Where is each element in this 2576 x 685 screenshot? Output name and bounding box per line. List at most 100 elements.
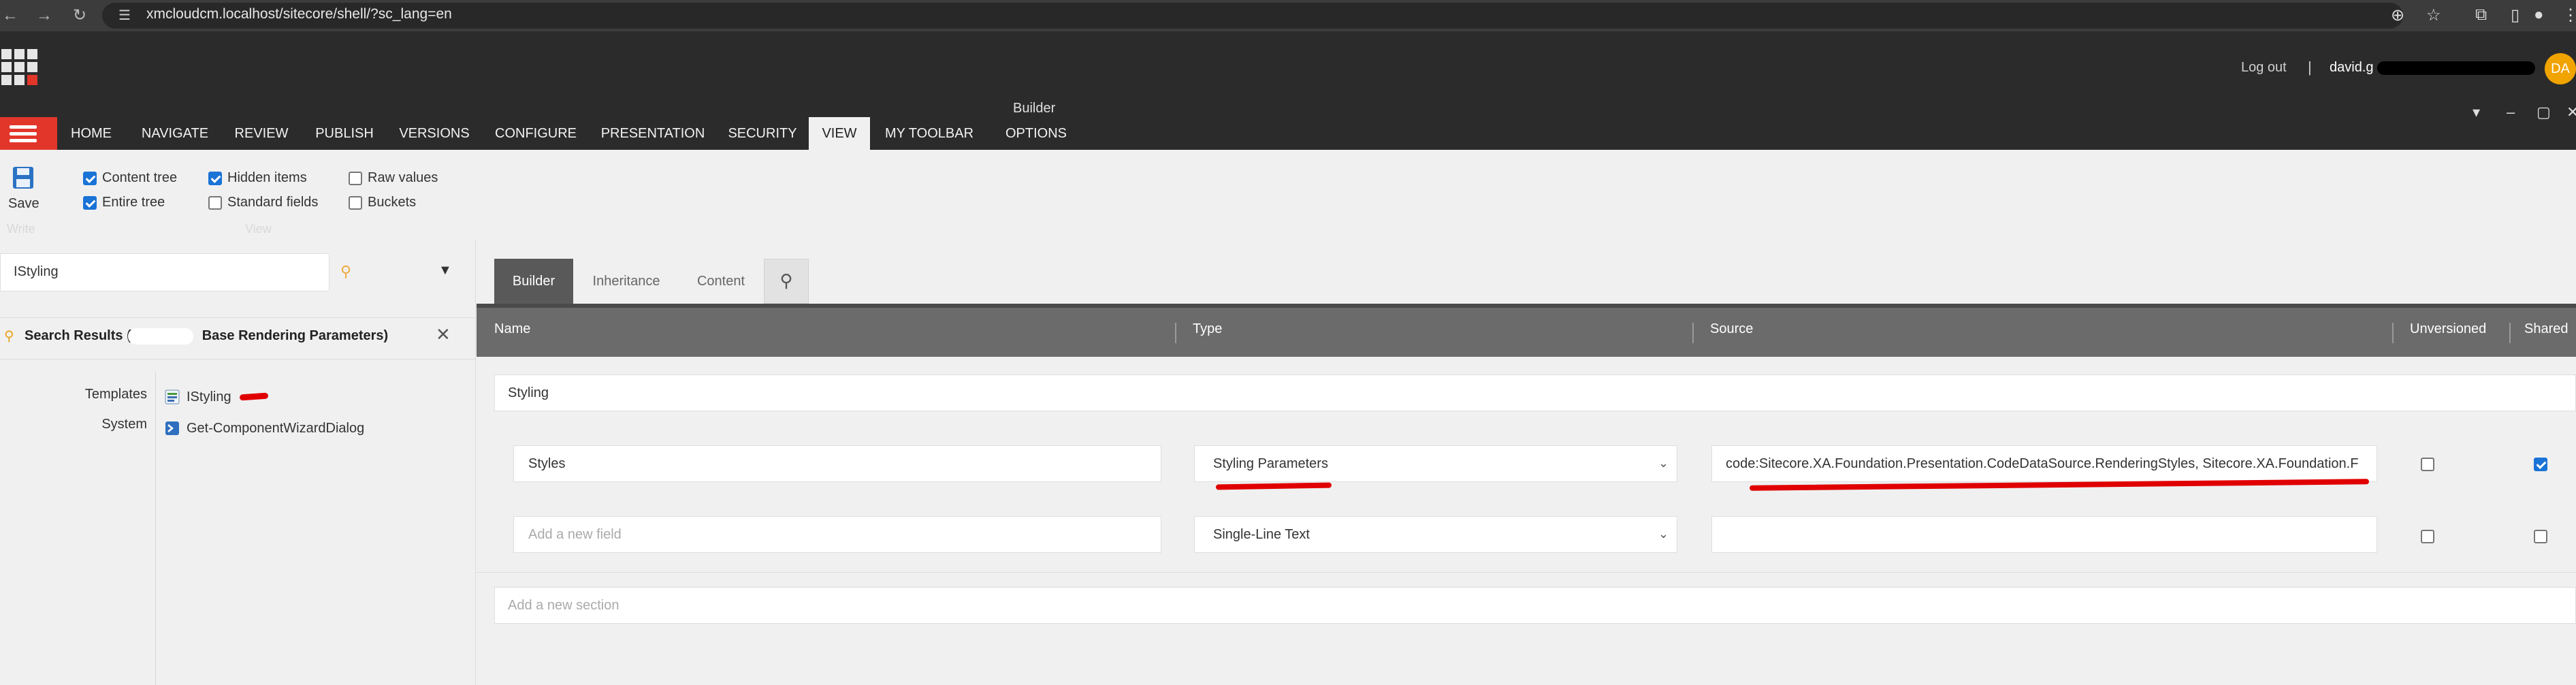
unversioned-checkbox[interactable] (2421, 530, 2434, 543)
entire-tree-label: Entire tree (102, 195, 165, 210)
search-input-value[interactable]: IStyling (14, 264, 59, 280)
section-name-value[interactable]: Styling (508, 385, 549, 401)
standard-fields-label: Standard fields (227, 195, 319, 210)
content-tree-label: Content tree (102, 170, 178, 185)
ribbon-group-write: Write (7, 222, 35, 236)
hamburger-menu-icon[interactable] (0, 117, 57, 150)
raw-values-label: Raw values (368, 170, 438, 185)
field-name-value[interactable]: Styles (528, 456, 565, 472)
sitecore-header (0, 31, 2576, 98)
chevron-down-icon[interactable]: ⌄ (1658, 527, 1669, 541)
column-header-shared: Shared (2524, 321, 2569, 336)
search-results-icon: ⚲ (4, 329, 14, 344)
column-header-source: Source (1710, 321, 1754, 336)
user-name[interactable]: david.g (2330, 60, 2374, 76)
save-icon[interactable] (12, 166, 34, 189)
buckets-label: Buckets (368, 195, 417, 210)
tab-configure[interactable]: CONFIGURE (486, 117, 585, 150)
close-icon[interactable]: ✕ (436, 324, 451, 345)
column-separator (1692, 323, 1694, 343)
hidden-items-label: Hidden items (227, 170, 307, 185)
tab-navigate[interactable]: NAVIGATE (133, 117, 216, 150)
app-launcher-icon[interactable] (1, 49, 38, 86)
logout-link[interactable]: Log out (2241, 60, 2287, 76)
group-label-system: System (101, 417, 147, 432)
tab-publish[interactable]: PUBLISH (306, 117, 383, 150)
entire-tree-checkbox[interactable] (83, 196, 97, 210)
field-source-value[interactable]: code:Sitecore.XA.Foundation.Presentation… (1726, 456, 2358, 472)
forward-arrow-icon[interactable]: → (34, 5, 54, 26)
tab-security[interactable]: SECURITY (720, 117, 805, 150)
redaction-mark (128, 328, 193, 345)
hidden-items-checkbox[interactable] (208, 172, 222, 185)
section-name-input[interactable] (494, 375, 2576, 411)
tab-view[interactable]: VIEW (809, 117, 870, 150)
builder-grid-header (477, 304, 2576, 357)
column-separator (1175, 323, 1176, 343)
bookmark-star-icon[interactable]: ☆ (2426, 5, 2441, 25)
maximize-icon[interactable]: ▢ (2537, 103, 2551, 121)
search-results-label: Search Results ( Base Rendering Parameter… (25, 328, 388, 344)
column-header-type: Type (1193, 321, 1223, 336)
column-separator (2392, 323, 2394, 343)
header-separator: | (2308, 59, 2312, 76)
shared-checkbox[interactable] (2534, 458, 2547, 471)
search-icon[interactable]: ⚲ (764, 259, 809, 304)
column-divider (155, 371, 156, 685)
powershell-script-icon (165, 421, 179, 435)
standard-fields-checkbox[interactable] (208, 196, 222, 210)
buckets-checkbox[interactable] (349, 196, 362, 210)
add-section-placeholder[interactable]: Add a new section (508, 598, 619, 614)
reload-icon[interactable]: ↻ (69, 5, 90, 26)
new-field-source-input[interactable] (1711, 516, 2377, 553)
shared-checkbox[interactable] (2534, 530, 2547, 543)
zoom-icon[interactable]: ⊕ (2391, 5, 2404, 25)
column-separator (2509, 323, 2511, 343)
search-results-suffix: Base Rendering Parameters) (202, 328, 389, 343)
tab-review[interactable]: REVIEW (229, 117, 294, 150)
field-type-value[interactable]: Styling Parameters (1213, 456, 1328, 472)
extensions-icon[interactable]: ⧉ (2475, 5, 2487, 25)
field-name-input[interactable] (513, 445, 1161, 482)
tab-builder[interactable]: Builder (494, 259, 573, 304)
tab-versions[interactable]: VERSIONS (393, 117, 475, 150)
more-menu-icon[interactable]: ⋮ (2562, 5, 2576, 25)
search-icon[interactable]: ⚲ (340, 263, 351, 281)
unversioned-checkbox[interactable] (2421, 458, 2434, 471)
close-icon[interactable]: ✕ (2566, 103, 2576, 121)
chevron-down-icon[interactable]: ▾ (2473, 103, 2480, 121)
chevron-down-icon[interactable]: ⌄ (1658, 456, 1669, 471)
field-source-input[interactable]: code:Sitecore.XA.Foundation.Presentation… (1711, 445, 2377, 482)
tab-home[interactable]: HOME (61, 117, 121, 150)
save-button[interactable]: Save (8, 196, 39, 212)
ribbon-group-view: View (245, 222, 272, 236)
profile-icon[interactable]: ● (2534, 5, 2544, 25)
column-header-name: Name (494, 321, 531, 336)
column-header-unversioned: Unversioned (2410, 321, 2487, 336)
tab-options[interactable]: OPTIONS (991, 117, 1081, 150)
add-section-input[interactable] (494, 587, 2576, 624)
search-result-get-componentwizarddialog[interactable]: Get-ComponentWizardDialog (187, 421, 364, 436)
url-text[interactable]: xmcloudcm.localhost/sitecore/shell/?sc_l… (146, 6, 452, 22)
new-field-type-value[interactable]: Single-Line Text (1213, 527, 1310, 543)
template-icon (165, 389, 180, 404)
content-tree-panel (0, 240, 476, 685)
back-arrow-icon[interactable]: ← (0, 5, 20, 26)
search-results-prefix: Search Results ( (25, 328, 131, 343)
avatar[interactable]: DA (2545, 53, 2576, 84)
new-field-placeholder[interactable]: Add a new field (528, 527, 622, 543)
minimize-icon[interactable]: – (2507, 103, 2515, 121)
sidebar-icon[interactable]: ▯ (2511, 5, 2519, 25)
window-title: Builder (1013, 101, 1056, 116)
tab-my-toolbar[interactable]: MY TOOLBAR (880, 117, 979, 150)
tab-content[interactable]: Content (683, 259, 758, 304)
raw-values-checkbox[interactable] (349, 172, 362, 185)
content-tree-checkbox[interactable] (83, 172, 97, 185)
search-result-istyling[interactable]: IStyling (187, 389, 231, 405)
tab-presentation[interactable]: PRESENTATION (596, 117, 709, 150)
ribbon-tab-bar (0, 98, 2576, 150)
site-info-icon[interactable]: ☰ (118, 7, 131, 24)
group-label-templates: Templates (84, 387, 147, 402)
tab-inheritance[interactable]: Inheritance (580, 259, 673, 304)
chevron-down-icon[interactable]: ▼ (438, 263, 452, 278)
